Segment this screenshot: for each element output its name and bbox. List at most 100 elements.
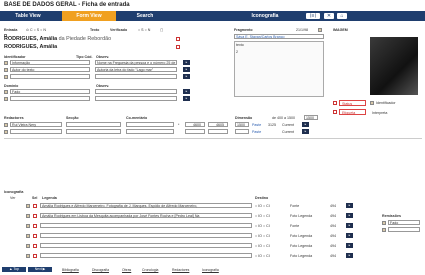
select-icon[interactable] bbox=[33, 244, 37, 248]
entry-name-alt: RODRIGUES, Amália bbox=[4, 44, 58, 50]
link-obras[interactable]: Obras bbox=[122, 268, 131, 272]
document-icon[interactable] bbox=[4, 90, 8, 94]
select-icon[interactable] bbox=[33, 234, 37, 238]
destino-tipo: Fonte bbox=[290, 204, 300, 208]
fragmento-value: Sáva E. Stavan/Carlos Branco bbox=[236, 35, 285, 39]
destino-options: ○ IO ○ CI bbox=[255, 224, 270, 228]
dominio-field[interactable] bbox=[10, 89, 90, 94]
dominio-observ-field[interactable] bbox=[95, 96, 177, 101]
observ-field[interactable] bbox=[95, 74, 177, 79]
identificador-img-label: Identificador bbox=[376, 101, 396, 105]
link-bibliografia[interactable]: Bibliografia bbox=[62, 268, 79, 272]
arrow-button[interactable]: ▸ bbox=[346, 203, 353, 208]
etiqueta-button[interactable]: Etiqueta bbox=[339, 109, 366, 115]
legenda-field[interactable] bbox=[40, 223, 252, 228]
entrada-options: ⊙ C ○ S ○ N bbox=[26, 28, 46, 32]
link-redactores[interactable]: Redactores bbox=[172, 268, 189, 272]
legenda-field[interactable] bbox=[40, 253, 252, 258]
paste-link[interactable]: Paste bbox=[252, 123, 261, 127]
arrow-button[interactable]: ▸ bbox=[183, 89, 190, 94]
link-iconografia[interactable]: Iconografia bbox=[202, 268, 219, 272]
link-cronologia[interactable]: Cronologia bbox=[142, 268, 158, 272]
arrow-button[interactable]: ▸ bbox=[346, 213, 353, 218]
identifier-icon[interactable] bbox=[370, 101, 374, 105]
select-icon[interactable] bbox=[33, 204, 37, 208]
arrow-button[interactable]: ▸ bbox=[183, 74, 190, 79]
record-nav-button[interactable]: ⟨≡⟩ bbox=[306, 13, 320, 19]
document-icon[interactable] bbox=[4, 61, 8, 65]
link-discografia[interactable]: Discografia bbox=[92, 268, 109, 272]
document-icon[interactable] bbox=[4, 130, 8, 134]
destino-num: 494 bbox=[330, 224, 336, 228]
redactor-field[interactable] bbox=[10, 129, 62, 134]
legenda-field[interactable] bbox=[40, 243, 252, 248]
size-text: de 400 a 1500 bbox=[272, 116, 295, 120]
val2-field[interactable] bbox=[208, 129, 228, 134]
status-icon[interactable] bbox=[333, 101, 337, 105]
arrow-button[interactable]: ▸ bbox=[302, 122, 309, 127]
delete-icon[interactable] bbox=[176, 37, 180, 41]
image-icon[interactable] bbox=[26, 234, 30, 238]
image-icon[interactable] bbox=[26, 204, 30, 208]
top-button[interactable]: ▲ Top bbox=[2, 267, 26, 272]
calendar-icon[interactable] bbox=[318, 28, 322, 32]
arrow-button[interactable]: ▸ bbox=[346, 243, 353, 248]
size-value: 1500 bbox=[306, 116, 314, 120]
identificador-field[interactable] bbox=[10, 74, 90, 79]
redactores-label: Redactores bbox=[4, 116, 24, 120]
select-icon[interactable] bbox=[33, 224, 37, 228]
tab-form-view[interactable]: Form View bbox=[62, 11, 116, 21]
val3: 1500 bbox=[237, 123, 245, 127]
val2: 4605 bbox=[216, 123, 224, 127]
image-icon[interactable] bbox=[26, 244, 30, 248]
destino-options: ○ IO ○ CI bbox=[255, 244, 270, 248]
select-icon[interactable] bbox=[33, 214, 37, 218]
arrow-button[interactable]: ▸ bbox=[183, 96, 190, 101]
fragmento-textarea[interactable] bbox=[234, 41, 324, 97]
document-icon[interactable] bbox=[382, 228, 386, 232]
col-ver: Ver bbox=[10, 196, 16, 200]
arrow-button[interactable]: ▸ bbox=[346, 223, 353, 228]
comentario-field[interactable] bbox=[126, 129, 174, 134]
tab-iconografia[interactable]: Iconografia bbox=[230, 11, 300, 21]
document-icon[interactable] bbox=[4, 123, 8, 127]
tab-table-view[interactable]: Table View bbox=[0, 11, 56, 21]
arrow-button[interactable]: ▸ bbox=[183, 67, 190, 72]
destino-options: ○ IO ○ CI bbox=[255, 254, 270, 258]
iconografia-list: Amália Rodrigues e Alfredo Marceneiro. F… bbox=[0, 202, 425, 262]
arrow-button[interactable]: ▸ bbox=[346, 233, 353, 238]
remissoes-field[interactable] bbox=[388, 227, 420, 232]
paste-link[interactable]: Paste bbox=[252, 130, 261, 134]
entrada-label: Entrada bbox=[4, 28, 18, 32]
name-full: da Piedade Rebordão bbox=[58, 36, 112, 42]
arrow-button[interactable]: ▸ bbox=[183, 60, 190, 65]
next-button[interactable]: Next ▶ bbox=[28, 267, 52, 272]
comentario-label: Co-mentário bbox=[126, 116, 148, 120]
home-icon[interactable]: ⌂ bbox=[337, 13, 347, 19]
secao-field[interactable] bbox=[66, 129, 121, 134]
status-button[interactable]: Status bbox=[339, 100, 366, 106]
select-icon[interactable] bbox=[33, 254, 37, 258]
delete-icon[interactable] bbox=[176, 45, 180, 49]
tab-search[interactable]: Search bbox=[120, 11, 170, 21]
secao-field[interactable] bbox=[66, 122, 121, 127]
image-icon[interactable] bbox=[26, 214, 30, 218]
etiqueta-icon[interactable] bbox=[333, 110, 337, 114]
arrow-button[interactable]: ▸ bbox=[346, 253, 353, 258]
identificador-item: Autor do texto bbox=[12, 68, 35, 72]
comentario-field[interactable] bbox=[126, 122, 174, 127]
close-icon[interactable]: ✕ bbox=[324, 13, 334, 19]
document-icon[interactable] bbox=[4, 75, 8, 79]
list-item: ○ IO ○ CI Fonte 494 ▸ bbox=[0, 222, 425, 231]
dominio-field[interactable] bbox=[10, 96, 90, 101]
val1-field[interactable] bbox=[185, 129, 205, 134]
document-icon[interactable] bbox=[382, 221, 386, 225]
arrow-button[interactable]: ▸ bbox=[302, 129, 309, 134]
image-icon[interactable] bbox=[26, 254, 30, 258]
document-icon[interactable] bbox=[4, 97, 8, 101]
document-icon[interactable] bbox=[4, 68, 8, 72]
val3-field[interactable] bbox=[235, 129, 249, 134]
dominio-observ-field[interactable] bbox=[95, 89, 177, 94]
image-icon[interactable] bbox=[26, 224, 30, 228]
legenda-field[interactable] bbox=[40, 233, 252, 238]
